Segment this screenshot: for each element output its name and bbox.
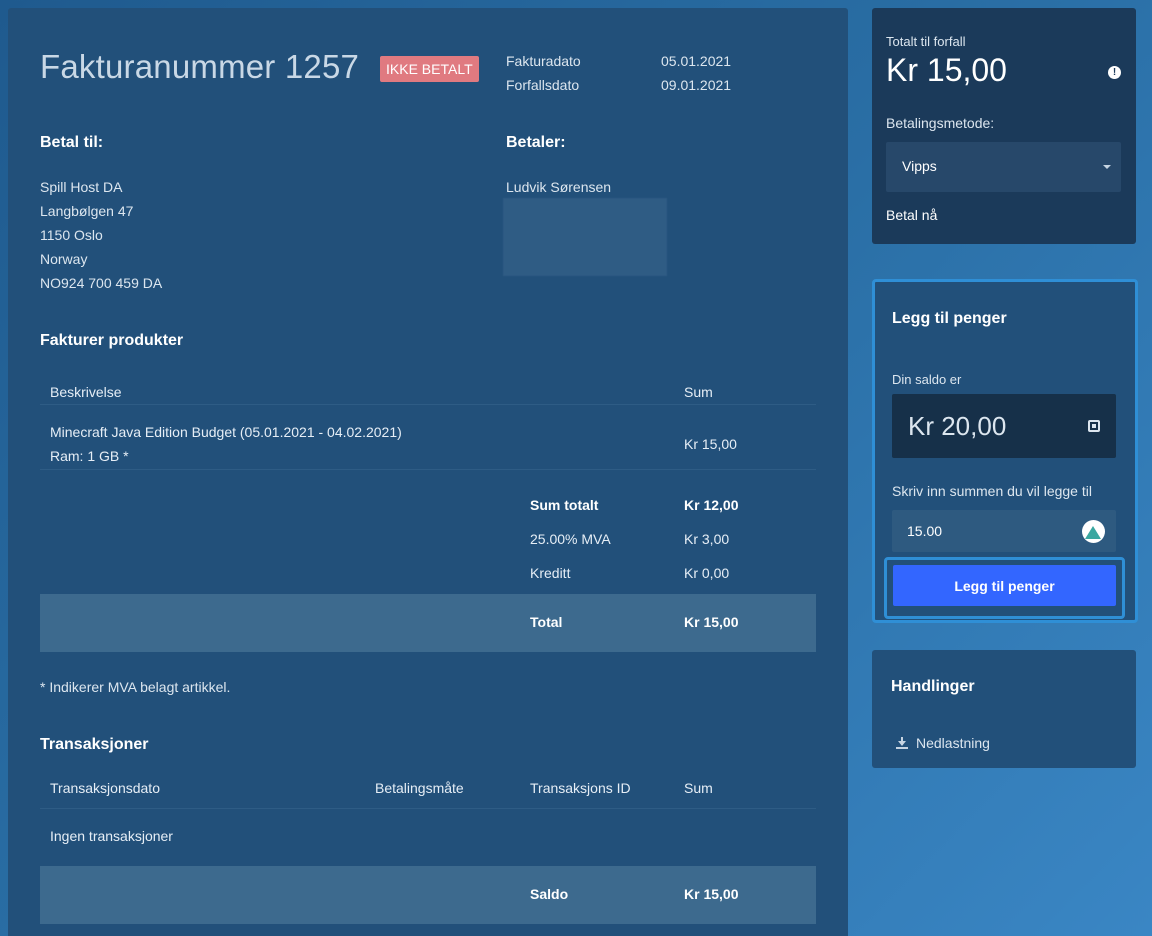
vat-label: 25.00% MVA xyxy=(530,531,611,547)
vat-value: Kr 3,00 xyxy=(684,531,730,547)
col-sum: Sum xyxy=(684,384,713,400)
divider xyxy=(40,404,816,405)
wallet-icon xyxy=(1088,420,1100,432)
col-sum: Sum xyxy=(684,780,713,796)
col-transaction-date: Transaksjonsdato xyxy=(50,780,160,796)
payment-method-value: Vipps xyxy=(902,158,937,174)
transactions-heading: Transaksjoner xyxy=(40,736,149,753)
balance-display: Kr 20,00 xyxy=(892,394,1116,458)
actions-heading: Handlinger xyxy=(891,678,975,695)
pay-to-line: Langbølgen 47 xyxy=(40,203,134,219)
item-detail: Ram: 1 GB * xyxy=(50,448,129,464)
invoice-date: 05.01.2021 xyxy=(661,53,732,69)
divider xyxy=(40,469,816,470)
col-transaction-id: Transaksjons ID xyxy=(530,780,631,796)
balance-row: Saldo Kr 15,00 xyxy=(40,866,816,924)
balance-label: Din saldo er xyxy=(892,372,962,387)
amount-label: Skriv inn summen du vil legge til xyxy=(892,483,1092,499)
balance-label: Saldo xyxy=(530,886,569,902)
divider xyxy=(40,808,816,809)
total-label: Total xyxy=(530,614,563,630)
download-label: Nedlastning xyxy=(916,735,990,751)
invoice-card: Fakturanummer 1257 IKKE BETALT Fakturada… xyxy=(8,8,848,936)
due-date: 09.01.2021 xyxy=(661,77,732,93)
status-badge: IKKE BETALT xyxy=(380,56,479,82)
col-description: Beskrivelse xyxy=(50,384,122,400)
credit-label: Kreditt xyxy=(530,565,571,581)
redacted-address xyxy=(503,198,667,276)
item-description: Minecraft Java Edition Budget (05.01.202… xyxy=(50,424,402,440)
mountain-icon xyxy=(1082,520,1105,543)
payer-heading: Betaler: xyxy=(506,134,566,151)
pay-to-line: 1150 Oslo xyxy=(40,227,103,243)
download-icon xyxy=(896,737,908,749)
subtotal-value: Kr 12,00 xyxy=(684,497,739,513)
pay-now-button[interactable]: Betal nå xyxy=(886,207,937,223)
pay-to-line: Norway xyxy=(40,251,88,267)
col-payment-method: Betalingsmåte xyxy=(375,780,464,796)
total-value: Kr 15,00 xyxy=(684,614,739,630)
invoice-date-label: Fakturadato xyxy=(506,53,581,69)
add-funds-button-frame: Legg til penger xyxy=(884,557,1125,619)
payment-method-label: Betalingsmetode: xyxy=(886,115,995,131)
add-funds-button[interactable]: Legg til penger xyxy=(893,565,1116,606)
add-funds-heading: Legg til penger xyxy=(892,310,1007,327)
balance-value: Kr 15,00 xyxy=(684,886,739,902)
balance-amount: Kr 20,00 xyxy=(908,411,1007,441)
pay-to-line: Spill Host DA xyxy=(40,179,123,195)
payment-panel: Totalt til forfall Kr 15,00 ! Betalingsm… xyxy=(872,8,1136,244)
vat-note: * Indikerer MVA belagt artikkel. xyxy=(40,679,231,695)
transactions-table: Transaksjonsdato Betalingsmåte Transaksj… xyxy=(40,768,816,924)
products-table: Beskrivelse Sum Minecraft Java Edition B… xyxy=(40,366,816,652)
due-date-label: Forfallsdato xyxy=(506,77,580,93)
download-link[interactable]: Nedlastning xyxy=(896,735,990,751)
total-row: Total Kr 15,00 xyxy=(40,594,816,652)
payment-method-select[interactable]: Vipps xyxy=(886,142,1121,192)
add-funds-panel: Legg til penger Din saldo er Kr 20,00 Sk… xyxy=(872,279,1138,623)
actions-panel: Handlinger Nedlastning xyxy=(872,650,1136,768)
chevron-down-icon xyxy=(1103,165,1111,169)
empty-transactions: Ingen transaksjoner xyxy=(50,828,173,844)
item-sum: Kr 15,00 xyxy=(684,436,737,452)
total-due-amount: Kr 15,00 xyxy=(886,52,1007,88)
payer-name: Ludvik Sørensen xyxy=(506,179,612,195)
pay-to-heading: Betal til: xyxy=(40,134,104,151)
info-alert-icon[interactable]: ! xyxy=(1108,66,1121,79)
products-heading: Fakturer produkter xyxy=(40,332,184,349)
page-title: Fakturanummer 1257 xyxy=(40,48,360,85)
total-due-label: Totalt til forfall xyxy=(886,34,966,49)
subtotal-label: Sum totalt xyxy=(530,497,599,513)
credit-value: Kr 0,00 xyxy=(684,565,730,581)
pay-to-line: NO924 700 459 DA xyxy=(40,275,163,291)
